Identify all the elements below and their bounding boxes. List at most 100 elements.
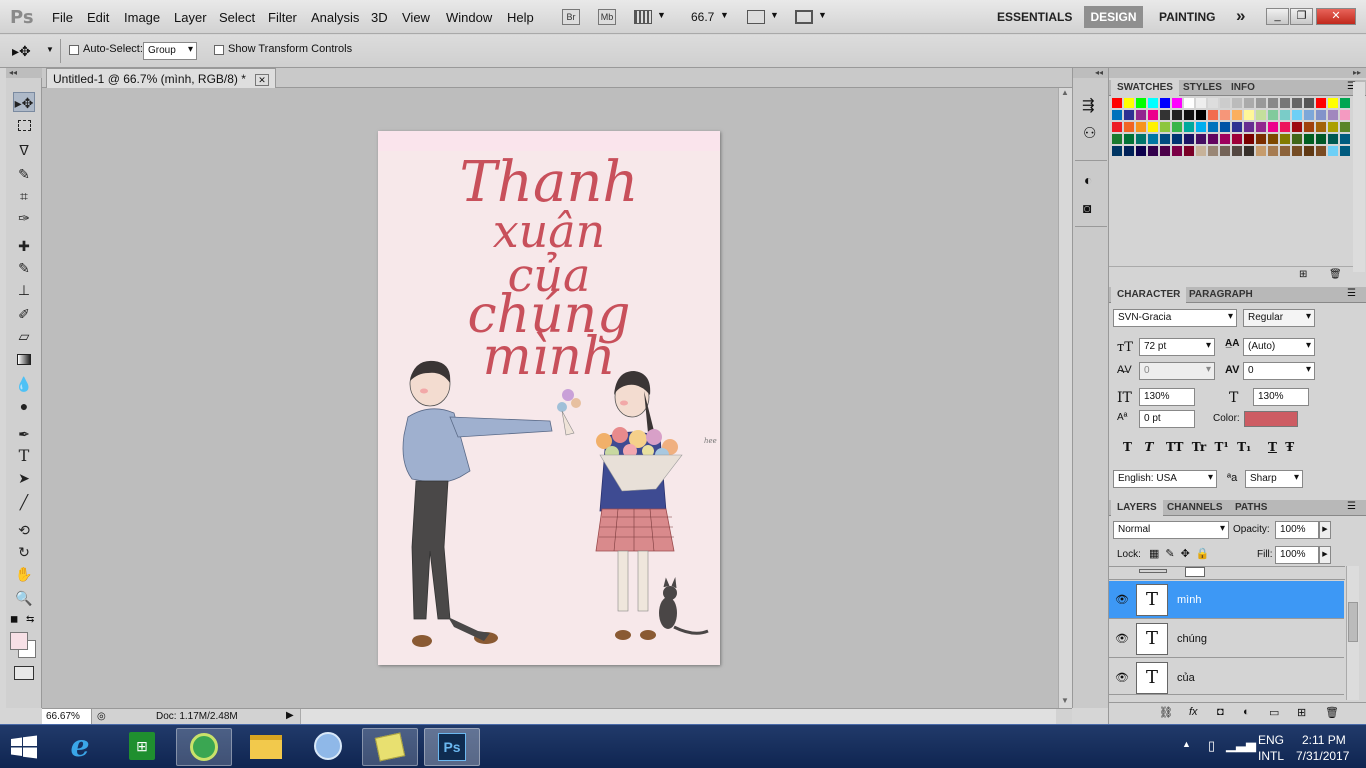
swatches-scrollbar[interactable] <box>1353 82 1365 272</box>
chevron-down-icon[interactable]: ▼ <box>657 10 666 20</box>
show-hidden-icons-icon[interactable]: ▲ <box>1182 739 1191 749</box>
menu-window[interactable]: Window <box>446 10 492 25</box>
font-family-select[interactable]: SVN-Gracia <box>1113 309 1237 327</box>
zoom-percentage[interactable]: 66.67% <box>42 709 92 724</box>
color-swatch[interactable] <box>1268 110 1278 120</box>
horizontal-scale-field[interactable]: 130% <box>1253 388 1309 406</box>
restore-icon[interactable]: ❐ <box>1290 8 1313 25</box>
color-swatch[interactable] <box>1244 134 1254 144</box>
move-tool-icon[interactable]: ▸✥ <box>12 43 31 60</box>
color-swatch[interactable] <box>1328 98 1338 108</box>
color-swatch[interactable] <box>1280 122 1290 132</box>
color-swatch[interactable] <box>1340 134 1350 144</box>
3d-rotate-tool-icon[interactable]: ⟲ <box>13 520 35 540</box>
menu-analysis[interactable]: Analysis <box>311 10 359 25</box>
color-swatch[interactable] <box>1196 122 1206 132</box>
color-swatch[interactable] <box>1220 98 1230 108</box>
menu-image[interactable]: Image <box>124 10 160 25</box>
tab-swatches[interactable]: SWATCHES <box>1111 80 1179 96</box>
color-swatch[interactable] <box>1184 98 1194 108</box>
quick-selection-tool-icon[interactable]: ✎ <box>13 164 35 184</box>
adjustment-layer-icon[interactable]: ◐ <box>1243 706 1250 718</box>
color-swatch[interactable] <box>1232 98 1242 108</box>
brush-tool-icon[interactable]: ✎ <box>13 258 35 278</box>
type-tool-icon[interactable]: T <box>13 446 35 466</box>
canvas-text-thanh[interactable]: Thanh <box>378 155 720 211</box>
color-swatch[interactable] <box>1268 134 1278 144</box>
color-swatch[interactable] <box>1304 146 1314 156</box>
color-swatch[interactable] <box>1232 134 1242 144</box>
color-swatch[interactable] <box>1256 122 1266 132</box>
color-swatch[interactable] <box>1244 110 1254 120</box>
menu-help[interactable]: Help <box>507 10 534 25</box>
layer-name[interactable]: mình <box>1177 594 1201 606</box>
color-swatch[interactable] <box>1268 98 1278 108</box>
fill-slider-arrow-icon[interactable]: ▶ <box>1319 546 1331 564</box>
menu-edit[interactable]: Edit <box>87 10 109 25</box>
color-swatch[interactable] <box>1244 98 1254 108</box>
color-swatch[interactable] <box>1184 110 1194 120</box>
quick-mask-icon[interactable] <box>14 666 34 680</box>
color-swatch[interactable] <box>1316 122 1326 132</box>
trash-icon[interactable]: 🗑 <box>1329 269 1342 280</box>
history-brush-tool-icon[interactable]: ✐ <box>13 304 35 324</box>
color-swatch[interactable] <box>1148 134 1158 144</box>
chevron-down-icon[interactable]: ▼ <box>770 10 779 20</box>
color-swatch[interactable] <box>1256 110 1266 120</box>
superscript-button[interactable]: T¹ <box>1215 440 1229 454</box>
adjustments-panel-icon[interactable]: ◐ <box>1084 172 1092 188</box>
color-swatch[interactable] <box>1208 122 1218 132</box>
color-swatch[interactable] <box>1280 110 1290 120</box>
vertical-scale-field[interactable]: 130% <box>1139 388 1195 406</box>
dodge-tool-icon[interactable]: ● <box>13 396 35 416</box>
scroll-down-icon[interactable]: ▼ <box>1061 696 1069 705</box>
all-caps-button[interactable]: TT <box>1166 440 1183 454</box>
color-swatch[interactable] <box>1136 134 1146 144</box>
color-swatch[interactable] <box>1124 122 1134 132</box>
swatches-grid[interactable] <box>1112 98 1352 188</box>
clock-date[interactable]: 7/31/2017 <box>1296 749 1349 763</box>
arrange-documents-icon[interactable] <box>747 10 765 24</box>
color-swatch[interactable] <box>1328 146 1338 156</box>
layer-row[interactable]: 👁 T mình <box>1109 581 1344 619</box>
delete-layer-icon[interactable]: 🗑 <box>1325 706 1339 719</box>
pen-tool-icon[interactable]: ✒ <box>13 424 35 444</box>
blur-tool-icon[interactable]: 💧 <box>13 374 35 394</box>
color-swatch[interactable] <box>1196 110 1206 120</box>
anti-alias-select[interactable]: Sharp <box>1245 470 1303 488</box>
color-swatch[interactable] <box>1148 122 1158 132</box>
opacity-slider-arrow-icon[interactable]: ▶ <box>1319 521 1331 539</box>
tab-channels[interactable]: CHANNELS <box>1161 500 1229 516</box>
color-swatch[interactable] <box>1256 134 1266 144</box>
color-swatch[interactable] <box>1292 110 1302 120</box>
crop-tool-icon[interactable]: ⌗ <box>13 186 35 206</box>
color-swatch[interactable] <box>1160 110 1170 120</box>
status-menu-arrow-icon[interactable]: ▶ <box>286 710 294 721</box>
scroll-thumb[interactable] <box>1348 602 1358 642</box>
auto-select-checkbox[interactable] <box>69 44 79 58</box>
underline-button[interactable]: T <box>1268 440 1277 454</box>
color-swatch[interactable] <box>1196 98 1206 108</box>
color-swatch[interactable] <box>1136 110 1146 120</box>
tab-character[interactable]: CHARACTER <box>1111 287 1187 303</box>
eye-icon[interactable]: 👁 <box>1115 671 1129 684</box>
chevron-down-icon[interactable]: ▼ <box>720 10 729 20</box>
scroll-up-icon[interactable]: ▲ <box>1061 88 1069 97</box>
layer-name[interactable]: chúng <box>1177 633 1207 645</box>
color-swatch[interactable] <box>1124 98 1134 108</box>
healing-brush-tool-icon[interactable]: ✚ <box>13 236 35 256</box>
tab-layers[interactable]: LAYERS <box>1111 500 1163 516</box>
color-swatch[interactable] <box>1316 110 1326 120</box>
vertical-scrollbar[interactable]: ▲ ▼ <box>1058 88 1072 708</box>
color-swatch[interactable] <box>1160 98 1170 108</box>
color-swatch[interactable] <box>1172 134 1182 144</box>
color-swatch[interactable] <box>1196 146 1206 156</box>
tab-paragraph[interactable]: PARAGRAPH <box>1183 287 1259 303</box>
layer-row[interactable]: 👁 T của <box>1109 659 1344 695</box>
input-language[interactable]: ENG <box>1258 733 1284 747</box>
color-swatch[interactable] <box>1124 134 1134 144</box>
color-swatch[interactable] <box>1172 146 1182 156</box>
color-swatch[interactable] <box>1172 110 1182 120</box>
color-swatch[interactable] <box>1112 146 1122 156</box>
new-group-icon[interactable]: ▭ <box>1269 706 1279 719</box>
